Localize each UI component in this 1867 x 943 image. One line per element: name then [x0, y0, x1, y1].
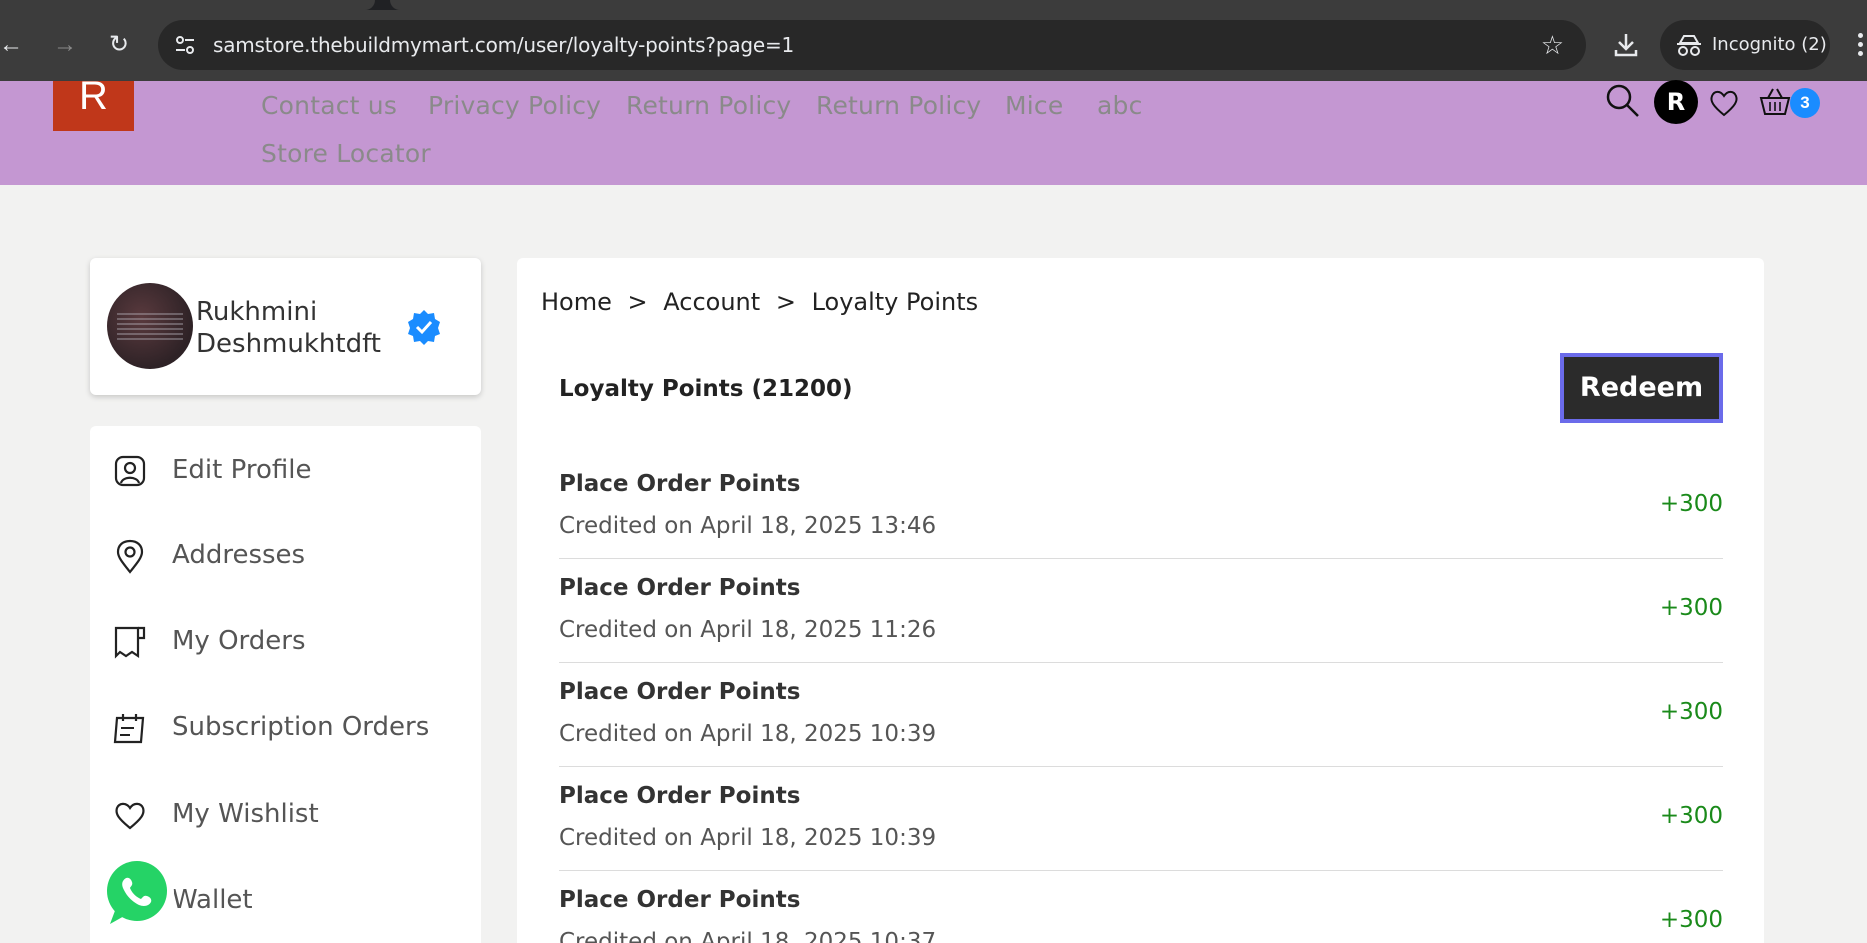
entry-points: +300 [1659, 595, 1723, 621]
back-icon[interactable]: ← [0, 28, 28, 62]
loyalty-points-panel: Home > Account > Loyalty Points Loyalty … [517, 258, 1764, 943]
tab-edge [390, 0, 1867, 10]
menu-label-subscription-orders: Subscription Orders [172, 712, 430, 742]
menu-item-addresses[interactable]: Addresses [112, 536, 472, 576]
menu-item-my-wishlist[interactable]: My Wishlist [112, 795, 472, 835]
nav-store-locator[interactable]: Store Locator [261, 139, 431, 168]
entry-title: Place Order Points [559, 679, 801, 705]
profile-name: Rukhmini Deshmukhtdft [196, 297, 381, 359]
points-entry: Place Order Points Credited on April 18,… [559, 767, 1723, 871]
download-icon[interactable] [1609, 28, 1643, 62]
entry-date: Credited on April 18, 2025 11:26 [559, 617, 937, 643]
breadcrumb: Home > Account > Loyalty Points [541, 288, 986, 316]
site-logo[interactable]: R [53, 76, 134, 131]
cart-basket-icon[interactable] [1758, 86, 1792, 118]
points-entry: Place Order Points Credited on April 18,… [559, 559, 1723, 663]
location-pin-icon [116, 539, 144, 574]
browser-toolbar: ← → ↻ samstore.thebuildmymart.com/user/l… [0, 0, 1867, 81]
bookmark-star-icon[interactable]: ☆ [1541, 30, 1564, 61]
url-text[interactable]: samstore.thebuildmymart.com/user/loyalty… [213, 33, 794, 57]
profile-card: Rukhmini Deshmukhtdft [90, 258, 481, 395]
whatsapp-chat-icon[interactable] [96, 852, 178, 934]
entry-date: Credited on April 18, 2025 10:39 [559, 721, 937, 747]
points-entry: Place Order Points Credited on April 18,… [559, 663, 1723, 767]
reload-icon[interactable]: ↻ [102, 28, 136, 62]
menu-label-my-wishlist: My Wishlist [172, 799, 319, 829]
nav-privacy-policy[interactable]: Privacy Policy [428, 91, 601, 120]
user-avatar[interactable]: R [1654, 80, 1698, 124]
nav-abc[interactable]: abc [1097, 91, 1143, 120]
breadcrumb-separator: > [775, 288, 796, 316]
menu-label-addresses: Addresses [172, 540, 306, 570]
forward-icon[interactable]: → [48, 28, 82, 62]
entry-title: Place Order Points [559, 471, 801, 497]
breadcrumb-account[interactable]: Account [663, 288, 760, 316]
nav-return-policy[interactable]: Return Policy [626, 91, 791, 120]
nav-return-policy-2[interactable]: Return Policy [816, 91, 981, 120]
entry-date: Credited on April 18, 2025 13:46 [559, 513, 937, 539]
entry-points: +300 [1659, 491, 1723, 517]
site-settings-icon[interactable] [172, 32, 198, 58]
entry-title: Place Order Points [559, 575, 801, 601]
entry-date: Credited on April 18, 2025 10:39 [559, 825, 937, 851]
wishlist-heart-icon[interactable] [1708, 88, 1740, 118]
nav-mice[interactable]: Mice [1005, 91, 1063, 120]
kebab-menu-icon[interactable] [1855, 30, 1867, 60]
loyalty-points-title: Loyalty Points (21200) [559, 376, 853, 402]
cart-count-badge[interactable]: 3 [1790, 88, 1820, 118]
receipt-icon [114, 626, 146, 659]
entry-title: Place Order Points [559, 887, 801, 913]
tab-strip [0, 0, 1867, 10]
entry-points: +300 [1659, 803, 1723, 829]
menu-item-subscription-orders[interactable]: Subscription Orders [112, 708, 472, 748]
address-bar[interactable]: samstore.thebuildmymart.com/user/loyalty… [158, 20, 1586, 70]
incognito-label: Incognito (2) [1712, 34, 1827, 55]
menu-label-wallet: Wallet [172, 885, 253, 915]
entry-points: +300 [1659, 907, 1723, 933]
menu-label-my-orders: My Orders [172, 626, 306, 656]
heart-icon [115, 802, 145, 830]
entry-title: Place Order Points [559, 783, 801, 809]
menu-item-edit-profile[interactable]: Edit Profile [112, 451, 472, 491]
nav-contact-us[interactable]: Contact us [261, 91, 397, 120]
redeem-button[interactable]: Redeem [1560, 353, 1723, 423]
menu-label-edit-profile: Edit Profile [172, 455, 312, 485]
verified-badge-icon [408, 310, 440, 345]
incognito-indicator[interactable]: Incognito (2) [1660, 20, 1830, 70]
user-profile-icon [114, 455, 146, 487]
search-icon[interactable] [1604, 82, 1642, 120]
breadcrumb-separator: > [627, 288, 648, 316]
points-entry: Place Order Points Credited on April 18,… [559, 871, 1723, 943]
breadcrumb-loyalty-points: Loyalty Points [811, 288, 979, 316]
points-entry: Place Order Points Credited on April 18,… [559, 455, 1723, 559]
menu-item-my-orders[interactable]: My Orders [112, 622, 472, 662]
profile-picture [107, 283, 193, 369]
calendar-edit-icon [113, 714, 145, 744]
entry-date: Credited on April 18, 2025 10:37 [559, 929, 937, 943]
entry-points: +300 [1659, 699, 1723, 725]
tab-edge [0, 0, 375, 10]
breadcrumb-home[interactable]: Home [541, 288, 612, 316]
site-header: R Contact us Privacy Policy Return Polic… [0, 76, 1867, 185]
incognito-icon [1677, 35, 1701, 56]
